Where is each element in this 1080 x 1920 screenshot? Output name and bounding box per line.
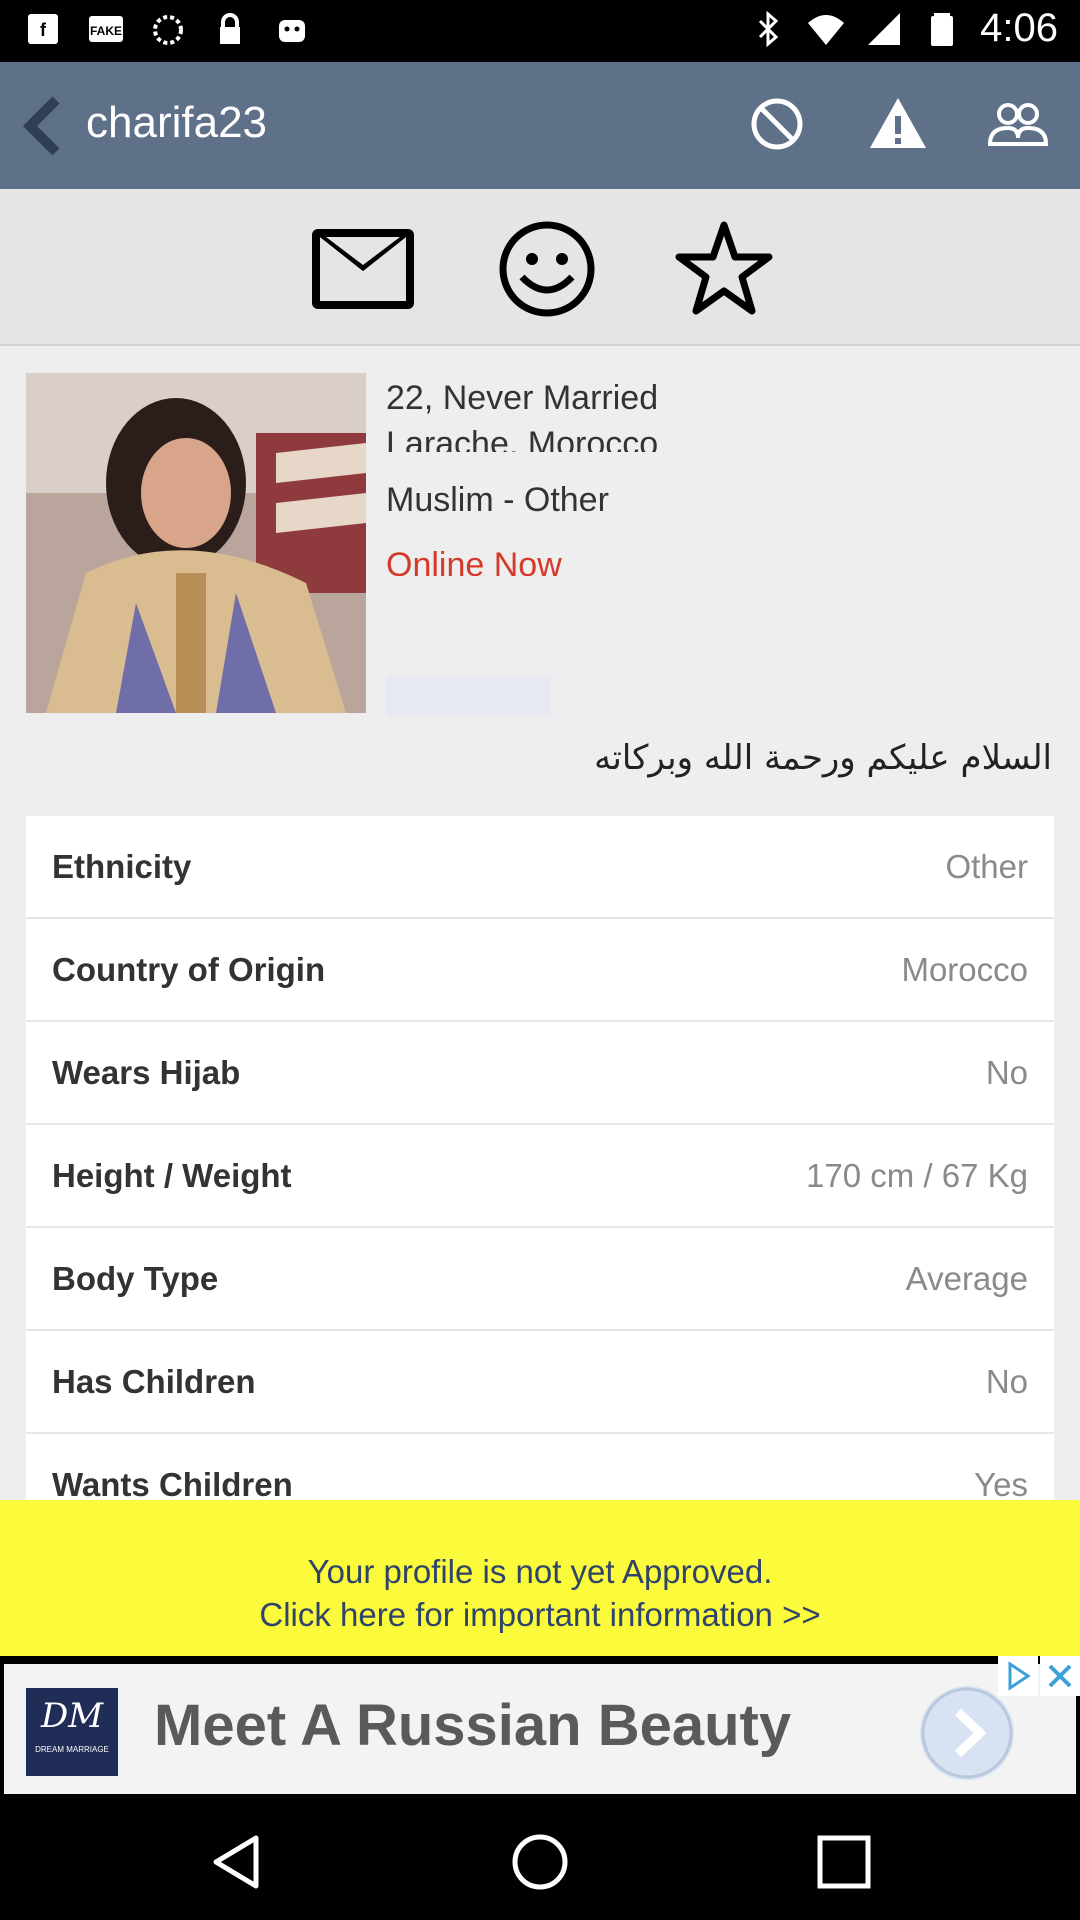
detail-row-has-children: Has Children No xyxy=(26,1331,1054,1434)
profile-photo[interactable] xyxy=(26,373,366,713)
smile-icon[interactable] xyxy=(492,221,602,317)
android-icon xyxy=(279,20,305,42)
loading-placeholder xyxy=(386,676,551,716)
status-time: 4:06 xyxy=(980,6,1058,50)
detail-row-wants-children: Wants Children Yes xyxy=(26,1434,1054,1501)
detail-label: Wants Children xyxy=(52,1465,293,1501)
nav-recents-icon[interactable] xyxy=(814,1832,874,1892)
fake-gps-icon: FAKE xyxy=(89,16,123,42)
lock-icon xyxy=(220,13,240,44)
religion: Muslim - Other xyxy=(386,481,609,519)
bluetooth-icon xyxy=(759,10,779,47)
detail-value: Average xyxy=(905,1259,1028,1297)
detail-row-ethnicity: Ethnicity Other xyxy=(26,816,1054,919)
back-arrow-icon[interactable] xyxy=(16,94,72,158)
profile-username: charifa23 xyxy=(86,98,268,147)
detail-value: Other xyxy=(945,847,1028,885)
signal-icon xyxy=(868,12,901,45)
detail-label: Has Children xyxy=(52,1362,256,1400)
detail-label: Height / Weight xyxy=(52,1156,292,1194)
detail-row-body-type: Body Type Average xyxy=(26,1228,1054,1331)
details-table: Ethnicity Other Country of Origin Morocc… xyxy=(26,816,1054,1500)
battery-icon xyxy=(931,12,954,46)
wifi-icon xyxy=(808,14,845,45)
location: Larache, Morocco xyxy=(386,425,659,452)
detail-label: Wears Hijab xyxy=(52,1053,241,1091)
detail-label: Body Type xyxy=(52,1259,219,1297)
svg-text:f: f xyxy=(40,20,47,40)
notice-line-1: Your profile is not yet Approved. xyxy=(307,1553,773,1590)
ad-close-icon[interactable] xyxy=(1040,1656,1080,1696)
nav-home-icon[interactable] xyxy=(510,1832,570,1892)
ad-logo: DM DREAM MARRIAGE xyxy=(26,1688,118,1776)
status-bar: f FAKE 4:06 xyxy=(0,0,1080,62)
action-strip xyxy=(0,189,1080,346)
profile-summary: 22, Never Married Larache, Morocco Musli… xyxy=(386,376,1056,716)
age-marital-status: 22, Never Married xyxy=(386,379,659,417)
adchoices-icon[interactable] xyxy=(998,1656,1038,1696)
approval-notice-banner[interactable]: Your profile is not yet Approved. Click … xyxy=(0,1500,1080,1656)
friends-icon[interactable] xyxy=(986,92,1050,156)
notice-line-2: Click here for important information >> xyxy=(259,1596,821,1633)
detail-row-hijab: Wears Hijab No xyxy=(26,1022,1054,1125)
block-icon[interactable] xyxy=(745,92,809,156)
profile-greeting: السلام عليكم ورحمة الله وبركاته xyxy=(594,738,1052,778)
svg-text:FAKE: FAKE xyxy=(90,24,122,38)
star-icon[interactable] xyxy=(669,221,779,317)
detail-value: 170 cm / 67 Kg xyxy=(806,1156,1028,1194)
fb-messenger-icon: f xyxy=(28,14,58,44)
ad-banner[interactable]: DM DREAM MARRIAGE Meet A Russian Beauty xyxy=(0,1656,1080,1794)
detail-row-height-weight: Height / Weight 170 cm / 67 Kg xyxy=(26,1125,1054,1228)
nav-back-icon[interactable] xyxy=(206,1832,266,1892)
app-bar: charifa23 xyxy=(0,62,1080,189)
ad-headline: Meet A Russian Beauty xyxy=(154,1693,792,1758)
ad-logo-text: DREAM MARRIAGE xyxy=(35,1745,109,1754)
profile-content: 22, Never Married Larache, Morocco Musli… xyxy=(0,346,1080,1500)
detail-label: Ethnicity xyxy=(52,847,192,885)
sync-icon xyxy=(153,15,183,45)
report-icon[interactable] xyxy=(866,92,930,156)
system-nav-bar xyxy=(0,1794,1080,1920)
online-status: Online Now xyxy=(386,546,562,576)
detail-label: Country of Origin xyxy=(52,950,326,988)
ad-content[interactable]: DM DREAM MARRIAGE Meet A Russian Beauty xyxy=(4,1664,1076,1794)
detail-row-country: Country of Origin Morocco xyxy=(26,919,1054,1022)
mail-icon[interactable] xyxy=(308,221,418,317)
detail-value: Yes xyxy=(974,1465,1028,1501)
detail-value: Morocco xyxy=(901,950,1028,988)
ad-arrow-icon[interactable] xyxy=(920,1686,1014,1780)
detail-value: No xyxy=(985,1053,1028,1091)
detail-value: No xyxy=(985,1362,1028,1400)
